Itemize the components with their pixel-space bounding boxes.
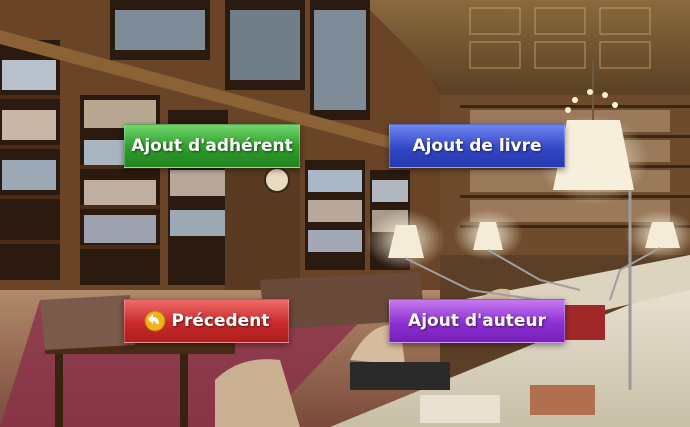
library-background-image bbox=[0, 0, 690, 427]
add-book-button[interactable]: Ajout de livre bbox=[389, 124, 565, 168]
add-book-label: Ajout de livre bbox=[412, 136, 542, 156]
add-member-label: Ajout d'adhérent bbox=[131, 136, 293, 156]
add-author-button[interactable]: Ajout d'auteur bbox=[389, 299, 565, 343]
back-arrow-icon bbox=[144, 310, 166, 332]
previous-button[interactable]: Précedent bbox=[124, 299, 289, 343]
add-author-label: Ajout d'auteur bbox=[408, 311, 546, 331]
add-member-button[interactable]: Ajout d'adhérent bbox=[124, 124, 300, 168]
previous-label: Précedent bbox=[171, 311, 270, 331]
